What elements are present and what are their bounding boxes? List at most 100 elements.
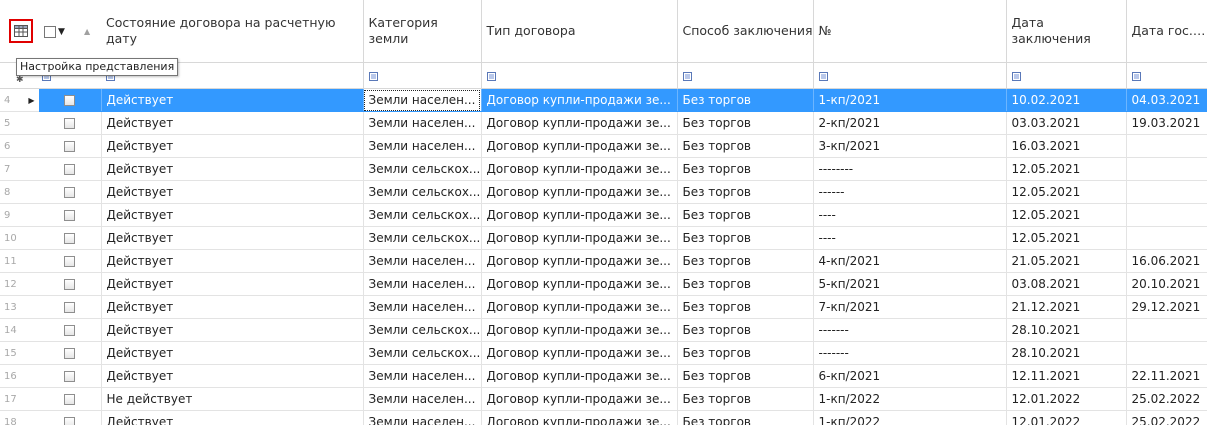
- cell-contract-type[interactable]: Договор купли-продажи зе...: [481, 387, 678, 411]
- cell-land-category[interactable]: Земли сельскох...: [363, 226, 482, 250]
- cell-state[interactable]: Действует: [101, 295, 364, 319]
- row-checkbox[interactable]: [64, 141, 76, 152]
- cell-registration-date[interactable]: [1126, 203, 1207, 227]
- table-row[interactable]: 12 Действует Земли населен... Договор купли…: [0, 272, 1207, 296]
- row-checkbox[interactable]: [64, 302, 76, 313]
- cell-number[interactable]: -------: [813, 318, 1007, 342]
- row-checkbox-cell[interactable]: [39, 295, 102, 319]
- cell-contract-type[interactable]: Договор купли-продажи зе...: [481, 203, 678, 227]
- cell-contract-type[interactable]: Договор купли-продажи зе...: [481, 157, 678, 181]
- cell-contract-type[interactable]: Договор купли-продажи зе...: [481, 111, 678, 135]
- cell-method[interactable]: Без торгов: [677, 157, 814, 181]
- filter-icon[interactable]: [486, 71, 496, 81]
- filter-icon[interactable]: [818, 71, 828, 81]
- cell-land-category[interactable]: Земли населен...: [363, 410, 482, 425]
- cell-land-category[interactable]: Земли сельскох...: [363, 157, 482, 181]
- cell-date[interactable]: 12.05.2021: [1006, 157, 1127, 181]
- filter-cell-registration-date[interactable]: [1126, 62, 1207, 89]
- cell-method[interactable]: Без торгов: [677, 341, 814, 365]
- cell-land-category[interactable]: Земли населен...: [363, 272, 482, 296]
- cell-registration-date[interactable]: [1126, 180, 1207, 204]
- cell-date[interactable]: 12.05.2021: [1006, 226, 1127, 250]
- cell-contract-type[interactable]: Договор купли-продажи зе...: [481, 318, 678, 342]
- row-checkbox[interactable]: [64, 417, 76, 425]
- cell-state[interactable]: Действует: [101, 226, 364, 250]
- filter-icon[interactable]: [682, 71, 692, 81]
- table-row[interactable]: 15 Действует Земли сельскох... Договор купл…: [0, 341, 1207, 365]
- cell-state[interactable]: Действует: [101, 249, 364, 273]
- cell-method[interactable]: Без торгов: [677, 272, 814, 296]
- cell-number[interactable]: 3-кп/2021: [813, 134, 1007, 158]
- cell-date[interactable]: 28.10.2021: [1006, 318, 1127, 342]
- table-row[interactable]: 16 Действует Земли населен... Договор купли…: [0, 364, 1207, 388]
- cell-date[interactable]: 12.05.2021: [1006, 203, 1127, 227]
- cell-land-category[interactable]: Земли населен...: [363, 295, 482, 319]
- row-checkbox-cell[interactable]: [39, 387, 102, 411]
- cell-date[interactable]: 16.03.2021: [1006, 134, 1127, 158]
- cell-state[interactable]: Действует: [101, 111, 364, 135]
- row-checkbox-cell[interactable]: [39, 88, 102, 112]
- cell-state[interactable]: Действует: [101, 203, 364, 227]
- cell-registration-date[interactable]: 25.02.2022: [1126, 387, 1207, 411]
- row-checkbox-cell[interactable]: [39, 111, 102, 135]
- filter-cell-land-category[interactable]: [363, 62, 482, 89]
- cell-number[interactable]: 5-кп/2021: [813, 272, 1007, 296]
- column-header-method[interactable]: Способ заключения: [677, 0, 814, 63]
- cell-contract-type[interactable]: Договор купли-продажи зе...: [481, 134, 678, 158]
- cell-number[interactable]: 2-кп/2021: [813, 111, 1007, 135]
- table-row[interactable]: 8 Действует Земли сельскох... Договор купли…: [0, 180, 1207, 204]
- row-checkbox-cell[interactable]: [39, 364, 102, 388]
- cell-date[interactable]: 12.01.2022: [1006, 387, 1127, 411]
- select-all-checkbox[interactable]: [44, 26, 56, 38]
- cell-land-category[interactable]: Земли населен...: [363, 364, 482, 388]
- cell-number[interactable]: 1-кп/2022: [813, 387, 1007, 411]
- cell-date[interactable]: 12.05.2021: [1006, 180, 1127, 204]
- cell-land-category[interactable]: Земли населен...: [363, 387, 482, 411]
- cell-state[interactable]: Не действует: [101, 387, 364, 411]
- table-row[interactable]: 6 Действует Земли населен... Договор купли-…: [0, 134, 1207, 158]
- cell-number[interactable]: 6-кп/2021: [813, 364, 1007, 388]
- cell-registration-date[interactable]: 20.10.2021: [1126, 272, 1207, 296]
- cell-land-category[interactable]: Земли населен...: [363, 249, 482, 273]
- table-row[interactable]: 18 Действует Земли населен... Договор купли…: [0, 410, 1207, 425]
- table-row[interactable]: 14 Действует Земли сельскох... Договор купл…: [0, 318, 1207, 342]
- cell-land-category[interactable]: Земли населен...: [363, 88, 482, 112]
- filter-icon[interactable]: [1011, 71, 1021, 81]
- cell-contract-type[interactable]: Договор купли-продажи зе...: [481, 226, 678, 250]
- cell-date[interactable]: 28.10.2021: [1006, 341, 1127, 365]
- cell-method[interactable]: Без торгов: [677, 88, 814, 112]
- cell-state[interactable]: Действует: [101, 410, 364, 425]
- filter-cell-method[interactable]: [677, 62, 814, 89]
- column-header-registration-date[interactable]: Дата гос. ре: [1126, 0, 1207, 63]
- row-checkbox-cell[interactable]: [39, 341, 102, 365]
- row-checkbox-cell[interactable]: [39, 249, 102, 273]
- row-checkbox[interactable]: [64, 325, 76, 336]
- table-row[interactable]: 4 ▶ Действует Земли населен... Договор купли…: [0, 88, 1207, 112]
- cell-number[interactable]: ----: [813, 226, 1007, 250]
- cell-contract-type[interactable]: Договор купли-продажи зе...: [481, 272, 678, 296]
- cell-number[interactable]: 7-кп/2021: [813, 295, 1007, 319]
- cell-method[interactable]: Без торгов: [677, 111, 814, 135]
- column-header-date[interactable]: Дата заключения: [1006, 0, 1127, 63]
- row-checkbox-cell[interactable]: [39, 410, 102, 425]
- row-checkbox[interactable]: [64, 95, 76, 106]
- cell-number[interactable]: ----: [813, 203, 1007, 227]
- row-checkbox[interactable]: [64, 210, 76, 221]
- row-checkbox[interactable]: [64, 394, 76, 405]
- row-checkbox[interactable]: [64, 187, 76, 198]
- cell-registration-date[interactable]: 19.03.2021: [1126, 111, 1207, 135]
- column-header-contract-type[interactable]: Тип договора: [481, 0, 678, 63]
- cell-state[interactable]: Действует: [101, 364, 364, 388]
- cell-contract-type[interactable]: Договор купли-продажи зе...: [481, 295, 678, 319]
- cell-method[interactable]: Без торгов: [677, 410, 814, 425]
- cell-registration-date[interactable]: 04.03.2021: [1126, 88, 1207, 112]
- cell-contract-type[interactable]: Договор купли-продажи зе...: [481, 88, 678, 112]
- row-checkbox-cell[interactable]: [39, 157, 102, 181]
- row-checkbox-cell[interactable]: [39, 272, 102, 296]
- cell-method[interactable]: Без торгов: [677, 134, 814, 158]
- row-checkbox[interactable]: [64, 279, 76, 290]
- cell-method[interactable]: Без торгов: [677, 364, 814, 388]
- cell-registration-date[interactable]: 25.02.2022: [1126, 410, 1207, 425]
- row-checkbox[interactable]: [64, 233, 76, 244]
- cell-method[interactable]: Без торгов: [677, 387, 814, 411]
